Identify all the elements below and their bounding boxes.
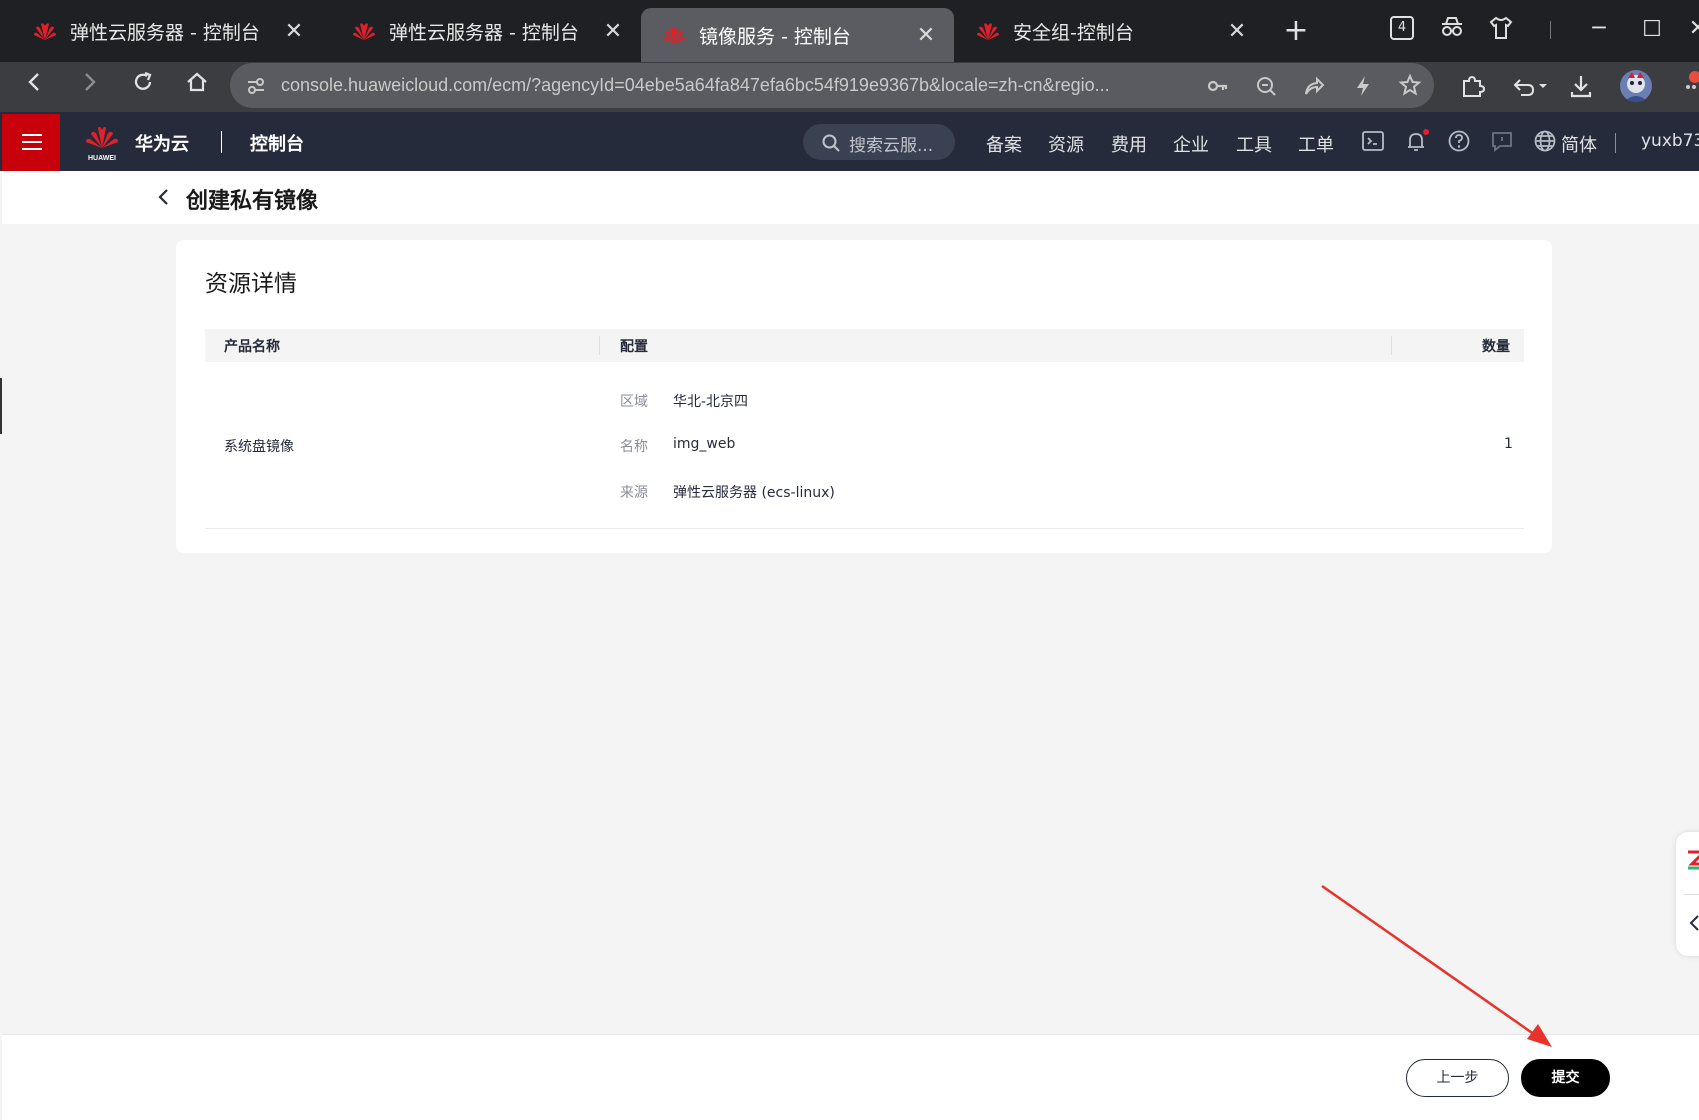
huawei-logo-icon[interactable]: HUAWEI — [84, 122, 120, 162]
column-header-product: 产品名称 — [224, 339, 280, 355]
maximize-icon[interactable]: ☐ — [1637, 15, 1667, 45]
window-close-icon[interactable]: ✕ — [1688, 14, 1699, 44]
back-button[interactable] — [154, 184, 174, 210]
browser-tab[interactable]: 安全组-控制台 ✕ — [955, 6, 1265, 56]
previous-step-button[interactable]: 上一步 — [1406, 1059, 1509, 1097]
new-tab-button[interactable]: + — [1280, 16, 1312, 46]
minimize-icon[interactable]: ─ — [1584, 14, 1614, 44]
reload-icon[interactable] — [127, 70, 159, 102]
cloud-shell-icon[interactable] — [1361, 129, 1387, 155]
side-float-widget[interactable] — [1676, 832, 1699, 956]
forward-arrow-icon[interactable] — [73, 70, 105, 102]
widget-divider — [1684, 894, 1699, 895]
nav-billing[interactable]: 费用 — [1111, 131, 1147, 157]
download-icon[interactable] — [1568, 73, 1594, 103]
nav-tools[interactable]: 工具 — [1236, 131, 1272, 157]
lightning-icon[interactable] — [1352, 74, 1374, 102]
help-icon[interactable] — [1447, 129, 1473, 155]
undo-dropdown-icon[interactable] — [1512, 75, 1548, 101]
close-icon[interactable]: ✕ — [282, 19, 306, 44]
tab-counter-icon[interactable]: 4 — [1390, 16, 1414, 40]
feedback-icon[interactable] — [1490, 129, 1516, 155]
browser-tab[interactable]: 弹性云服务器 - 控制台 ✕ — [12, 6, 322, 56]
site-settings-icon[interactable] — [245, 75, 267, 101]
global-search[interactable]: 搜索云服... — [803, 124, 955, 160]
quantity-cell: 1 — [1504, 436, 1513, 452]
table-header — [205, 329, 1524, 362]
column-header-config: 配置 — [620, 339, 648, 355]
back-arrow-icon[interactable] — [19, 70, 51, 102]
zoom-out-icon[interactable] — [1254, 74, 1278, 102]
huawei-favicon-icon — [32, 20, 58, 42]
config-value-name: img_web — [673, 436, 736, 452]
extension-shirt-icon[interactable] — [1486, 15, 1516, 50]
nav-tickets[interactable]: 工单 — [1298, 131, 1334, 157]
notification-bell-icon[interactable] — [1404, 129, 1430, 155]
extensions-puzzle-icon[interactable] — [1459, 73, 1486, 103]
search-icon — [822, 134, 840, 152]
column-divider — [1391, 336, 1392, 355]
tab-title: 弹性云服务器 - 控制台 — [389, 21, 579, 44]
language-selector[interactable]: 简体 — [1561, 131, 1597, 157]
huawei-favicon-icon — [975, 20, 1001, 42]
language-globe-icon[interactable] — [1533, 129, 1559, 155]
window-edge — [0, 378, 2, 434]
console-link[interactable]: 控制台 — [250, 130, 304, 156]
browser-tab[interactable]: 弹性云服务器 - 控制台 ✕ — [331, 6, 641, 56]
incognito-icon[interactable] — [1437, 15, 1467, 48]
close-icon[interactable]: ✕ — [914, 23, 938, 48]
chevron-left-icon — [158, 189, 168, 205]
hamburger-menu-button[interactable] — [2, 114, 60, 171]
resource-details-card — [176, 240, 1552, 553]
header-divider — [221, 131, 222, 153]
nav-resources[interactable]: 资源 — [1048, 131, 1084, 157]
config-value-source: 弹性云服务器 (ecs-linux) — [673, 485, 835, 501]
avatar[interactable] — [1620, 70, 1652, 102]
assistant-logo-icon — [1688, 850, 1699, 870]
column-divider — [599, 336, 600, 355]
home-icon[interactable] — [181, 70, 213, 102]
card-title: 资源详情 — [205, 271, 297, 297]
collapse-chevron-left-icon — [1689, 915, 1699, 931]
key-icon[interactable] — [1206, 75, 1230, 101]
tab-title: 镜像服务 - 控制台 — [699, 25, 851, 48]
close-icon[interactable]: ✕ — [1225, 19, 1249, 44]
huawei-favicon-icon — [661, 24, 687, 46]
tabbar-divider — [1550, 21, 1551, 39]
tab-title: 安全组-控制台 — [1013, 21, 1134, 44]
page-title: 创建私有镜像 — [186, 189, 319, 214]
search-placeholder: 搜索云服... — [849, 136, 934, 156]
notification-dot-icon[interactable] — [1682, 71, 1699, 101]
close-icon[interactable]: ✕ — [601, 19, 625, 44]
header-divider — [1615, 133, 1616, 153]
submit-button[interactable]: 提交 — [1521, 1059, 1610, 1097]
config-label-source: 来源 — [620, 485, 648, 501]
config-label-name: 名称 — [620, 439, 648, 455]
logo-caption: HUAWEI — [88, 155, 116, 162]
nav-enterprise[interactable]: 企业 — [1173, 131, 1209, 157]
table-row-divider — [205, 528, 1524, 529]
brand-name[interactable]: 华为云 — [135, 130, 189, 156]
product-name-cell: 系统盘镜像 — [224, 439, 294, 455]
browser-tab-active[interactable]: 镜像服务 - 控制台 ✕ — [641, 8, 954, 62]
url-text[interactable]: console.huaweicloud.com/ecm/?agencyId=04… — [281, 75, 1181, 96]
user-menu[interactable]: yuxb73 — [1641, 131, 1699, 151]
config-value-region: 华北-北京四 — [673, 394, 749, 410]
tab-title: 弹性云服务器 - 控制台 — [70, 21, 260, 44]
bookmark-star-icon[interactable] — [1398, 73, 1422, 101]
nav-beian[interactable]: 备案 — [986, 131, 1022, 157]
config-label-region: 区域 — [620, 394, 648, 410]
huawei-favicon-icon — [351, 20, 377, 42]
share-icon[interactable] — [1302, 74, 1326, 102]
column-header-quantity: 数量 — [1482, 339, 1510, 355]
